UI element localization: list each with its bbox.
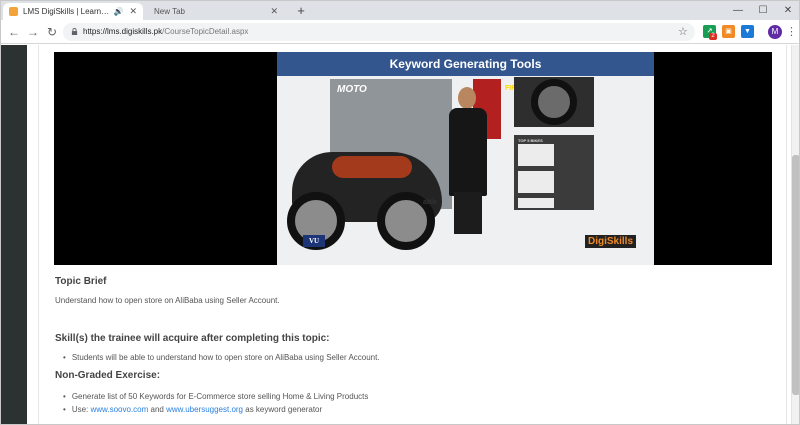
exercise-use-prefix: Use:: [71, 405, 91, 414]
magazine-title: MOTO: [337, 84, 367, 95]
reload-icon[interactable]: ↻: [44, 24, 60, 40]
soovo-link[interactable]: www.soovo.com: [90, 405, 148, 414]
exercise-heading: Non-Graded Exercise:: [55, 370, 161, 381]
lock-icon: [71, 28, 78, 35]
maximize-icon[interactable]: ☐: [752, 1, 774, 20]
digiskills-logo-a: Digi: [588, 236, 607, 247]
bookmark-star-icon[interactable]: ☆: [678, 24, 688, 40]
wheel-image: [531, 79, 577, 125]
list-item: Use: www.soovo.com and www.ubersuggest.o…: [63, 403, 368, 416]
page-scrollbar[interactable]: [791, 45, 799, 424]
speaker-icon[interactable]: 🔊: [113, 7, 123, 16]
ubersuggest-link[interactable]: www.ubersuggest.org: [166, 405, 243, 414]
slide-title: Keyword Generating Tools: [277, 52, 654, 76]
bike-thumbnail: [518, 171, 554, 193]
tab-lms-digiskills[interactable]: LMS DigiSkills | Learning Ma 🔊 ✕: [3, 3, 143, 20]
page-viewport: Keyword Generating Tools MOTO FIRST RIDE…: [1, 45, 799, 424]
exercise-and-text: and: [148, 405, 167, 414]
presenter-body: [449, 108, 487, 196]
url-path: /CourseTopicDetail.aspx: [162, 27, 249, 36]
tab-strip: LMS DigiSkills | Learning Ma 🔊 ✕ New Tab…: [1, 1, 799, 20]
page-sidebar: [1, 45, 27, 424]
site-favicon-icon: [9, 7, 18, 16]
skills-list: Students will be able to understand how …: [63, 353, 380, 362]
close-tab-icon[interactable]: ✕: [270, 6, 278, 17]
bike-thumbnail: [518, 198, 554, 208]
scrollbar-thumb[interactable]: [792, 155, 799, 395]
digiskills-logo: DigiSkills: [585, 235, 637, 248]
extension-icon[interactable]: ▣: [722, 25, 735, 38]
presenter-head: [458, 87, 476, 109]
list-item: Generate list of 50 Keywords for E-Comme…: [63, 390, 369, 403]
back-icon[interactable]: ←: [6, 24, 22, 40]
new-tab-button[interactable]: +: [293, 3, 309, 19]
exercise-suffix-text: as keyword generator: [243, 405, 323, 414]
url-domain: https://lms.digiskills.pk: [83, 27, 163, 36]
slide-fragment-text: able: [423, 199, 438, 206]
tab-title: New Tab: [154, 7, 185, 16]
close-tab-icon[interactable]: ✕: [129, 6, 137, 17]
vu-logo: VU: [303, 235, 325, 247]
presenter-legs: [454, 192, 482, 234]
close-window-icon[interactable]: ✕: [777, 1, 799, 20]
topic-brief-heading: Topic Brief: [55, 276, 107, 287]
extension-badge: 2: [709, 33, 717, 40]
bike-thumbnail: [518, 144, 554, 166]
browser-menu-icon[interactable]: ⋮: [786, 24, 797, 40]
tab-new-tab[interactable]: New Tab ✕: [146, 3, 286, 20]
digiskills-logo-b: Skills: [606, 236, 634, 247]
extension-icon[interactable]: ▼: [741, 25, 754, 38]
video-player[interactable]: Keyword Generating Tools MOTO FIRST RIDE…: [54, 52, 772, 265]
profile-avatar[interactable]: M: [768, 25, 782, 39]
tab-title: LMS DigiSkills | Learning Ma: [23, 7, 110, 16]
list-item: Students will be able to understand how …: [63, 353, 380, 362]
topic-brief-text: Understand how to open store on AliBaba …: [55, 296, 280, 305]
top-bikes-label: TOP 5 BIKES: [518, 138, 543, 143]
skills-heading: Skill(s) the trainee will acquire after …: [55, 333, 330, 344]
minimize-icon[interactable]: —: [727, 1, 749, 20]
browser-toolbar: ← → ↻ https://lms.digiskills.pk/CourseTo…: [1, 20, 799, 44]
motorcycle-fairing: [332, 156, 412, 178]
address-bar[interactable]: https://lms.digiskills.pk/CourseTopicDet…: [63, 23, 695, 41]
forward-icon[interactable]: →: [25, 24, 41, 40]
video-slide: Keyword Generating Tools MOTO FIRST RIDE…: [277, 52, 654, 265]
browser-window: LMS DigiSkills | Learning Ma 🔊 ✕ New Tab…: [0, 0, 800, 425]
exercise-list: Generate list of 50 Keywords for E-Comme…: [63, 390, 369, 416]
